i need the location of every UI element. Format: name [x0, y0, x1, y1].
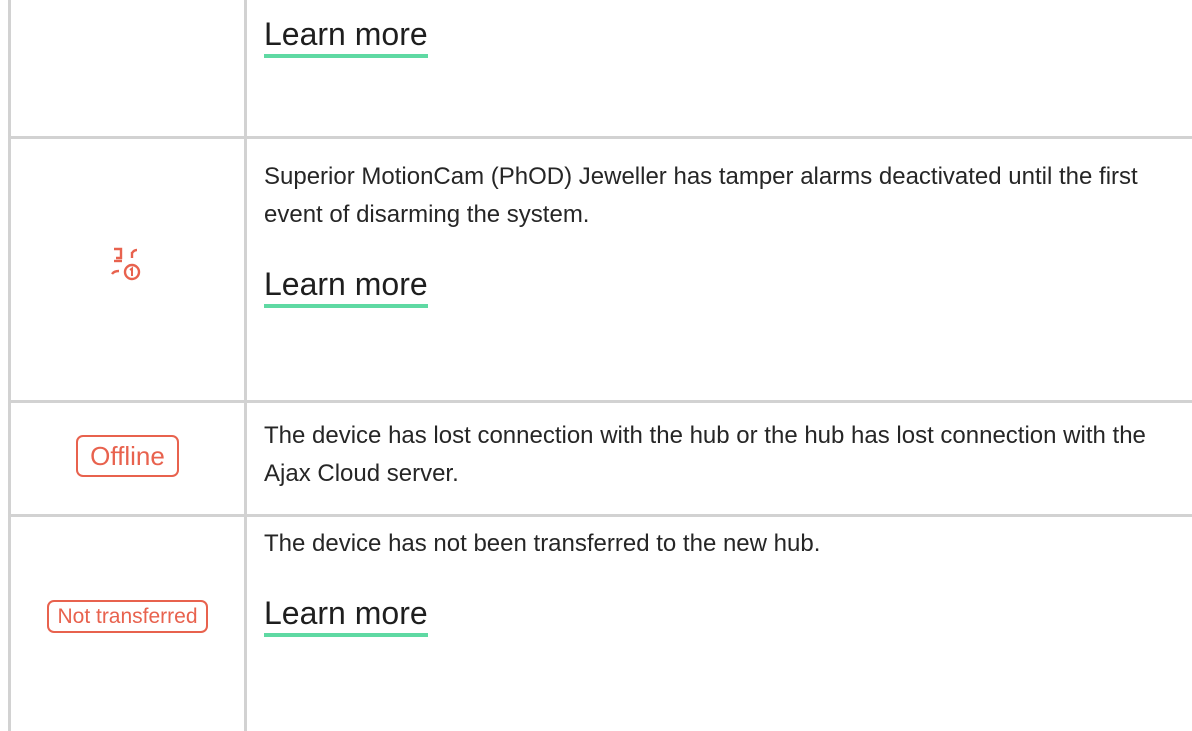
row-description: The device has lost connection with the … [264, 422, 1146, 487]
table-row: Offline The device has lost connection w… [0, 403, 1192, 514]
row-description-cell: Superior MotionCam (PhOD) Jeweller has t… [264, 158, 1164, 308]
status-table: Learn more Superior MotionCam (PhOD) Jew… [0, 0, 1192, 731]
status-badge-cell: Not transferred [11, 596, 244, 636]
tamper-deactivated-icon [11, 245, 244, 285]
status-badge-offline: Offline [76, 435, 179, 477]
row-description-cell: Learn more [264, 14, 1164, 58]
learn-more-link[interactable]: Learn more [264, 593, 428, 637]
status-badge-cell: Offline [11, 431, 244, 481]
table-row: Not transferred The device has not been … [0, 517, 1192, 731]
status-badge-not-transferred: Not transferred [47, 599, 208, 633]
row-description-cell: The device has lost connection with the … [264, 417, 1164, 493]
table-row: Learn more [0, 0, 1192, 136]
learn-more-link[interactable]: Learn more [264, 14, 428, 58]
row-description-cell: The device has not been transferred to t… [264, 525, 1164, 637]
learn-more-link[interactable]: Learn more [264, 264, 428, 308]
table-row: Superior MotionCam (PhOD) Jeweller has t… [0, 139, 1192, 400]
row-description: Superior MotionCam (PhOD) Jeweller has t… [264, 163, 1138, 228]
row-description: The device has not been transferred to t… [264, 530, 821, 557]
